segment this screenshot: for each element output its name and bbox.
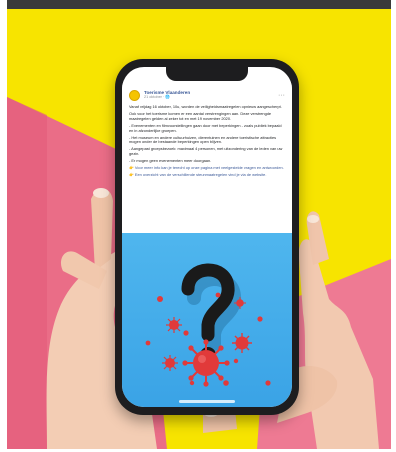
right-fingernail (307, 215, 319, 223)
home-indicator[interactable] (179, 400, 235, 403)
smartphone: Toerisme Vlaanderen 21 oktober · 🌐 ··· V… (115, 59, 299, 415)
virus-icon (182, 339, 230, 387)
left-thumbnail (93, 188, 109, 198)
post-paragraph: - Aangepast groepsbezoek: maximaal 4 per… (129, 146, 283, 157)
virus-small-icon (162, 355, 178, 371)
top-border (7, 0, 391, 9)
post-paragraph: Vanaf vrijdag 16 oktober, 10u, worden de… (129, 104, 282, 109)
photo: Toerisme Vlaanderen 21 oktober · 🌐 ··· V… (7, 9, 391, 449)
facebook-post: Toerisme Vlaanderen 21 oktober · 🌐 ··· V… (122, 81, 292, 233)
post-paragraph: - Het museum en andere cultuurhuizen, di… (129, 134, 277, 145)
image-frame: Toerisme Vlaanderen 21 oktober · 🌐 ··· V… (0, 0, 396, 452)
page-avatar (129, 89, 140, 101)
post-image[interactable] (122, 233, 292, 407)
phone-notch (166, 67, 248, 81)
more-options-icon[interactable]: ··· (278, 92, 285, 99)
phone-screen: Toerisme Vlaanderen 21 oktober · 🌐 ··· V… (122, 67, 292, 407)
post-text: Vanaf vrijdag 16 oktober, 10u, worden de… (129, 104, 285, 178)
post-author-block: Toerisme Vlaanderen 21 oktober · 🌐 (144, 90, 190, 100)
pink-shadow (7, 97, 47, 449)
virus-small-icon (232, 333, 252, 353)
post-header: Toerisme Vlaanderen 21 oktober · 🌐 ··· (129, 87, 285, 103)
covid-question-illustration (145, 263, 271, 387)
post-paragraph: - Er mogen geen evenementen meer doorgaa… (129, 158, 212, 164)
post-paragraph: - Evenementen en filmvoorstellingen gaan… (129, 122, 282, 133)
post-paragraph: Ook voor het toerisme komen er een aanta… (129, 111, 272, 121)
virus-small-icon (166, 317, 182, 333)
post-paragraph[interactable]: 👉 Voor meer info kan je terecht op onze … (129, 166, 285, 171)
post-timestamp: 21 oktober · 🌐 (144, 95, 171, 100)
post-paragraph[interactable]: 👉 Een overzicht van de verschillende ste… (129, 173, 285, 178)
